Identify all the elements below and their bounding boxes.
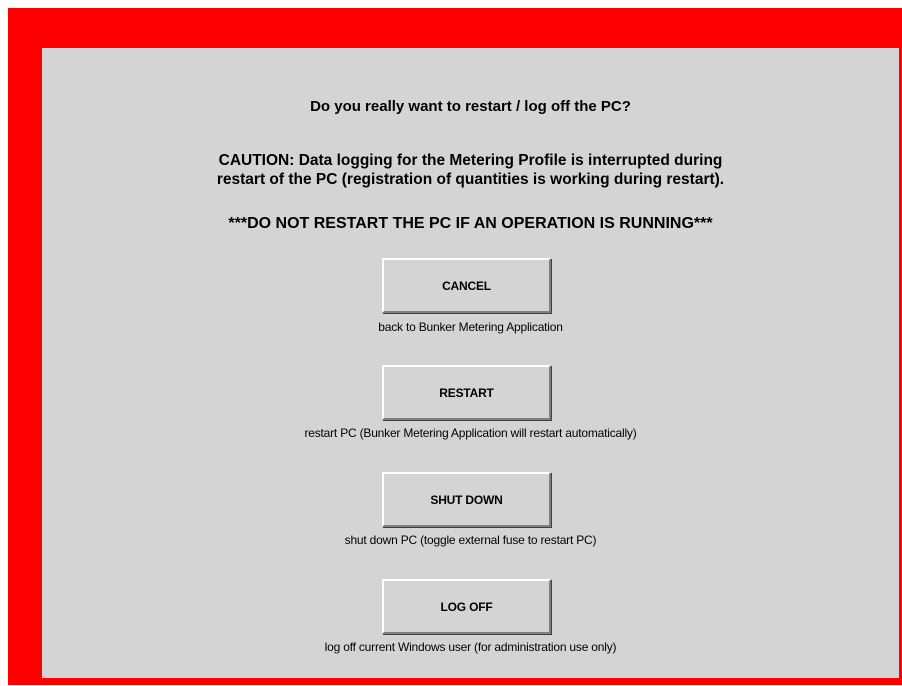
restart-caption: restart PC (Bunker Metering Application … [304, 426, 637, 440]
shut-down-button[interactable]: SHUT DOWN [382, 472, 551, 527]
alert-frame: Do you really want to restart / log off … [8, 8, 902, 685]
restart-button[interactable]: RESTART [382, 365, 551, 420]
dialog-question: Do you really want to restart / log off … [310, 98, 631, 115]
cancel-button-label: CANCEL [442, 278, 491, 293]
shut-down-caption: shut down PC (toggle external fuse to re… [344, 533, 597, 547]
cancel-button[interactable]: CANCEL [382, 258, 551, 313]
shut-down-button-label: SHUT DOWN [430, 492, 503, 507]
restart-dialog-panel: Do you really want to restart / log off … [42, 48, 899, 678]
caution-text-line-1: CAUTION: Data logging for the Metering P… [218, 152, 723, 169]
caution-text-line-2: restart of the PC (registration of quant… [216, 171, 725, 188]
log-off-caption: log off current Windows user (for admini… [324, 640, 617, 654]
log-off-button-label: LOG OFF [440, 599, 493, 614]
cancel-caption: back to Bunker Metering Application [378, 320, 563, 334]
log-off-button[interactable]: LOG OFF [382, 579, 551, 634]
restart-button-label: RESTART [439, 385, 494, 400]
warning-text: ***DO NOT RESTART THE PC IF AN OPERATION… [228, 215, 713, 232]
